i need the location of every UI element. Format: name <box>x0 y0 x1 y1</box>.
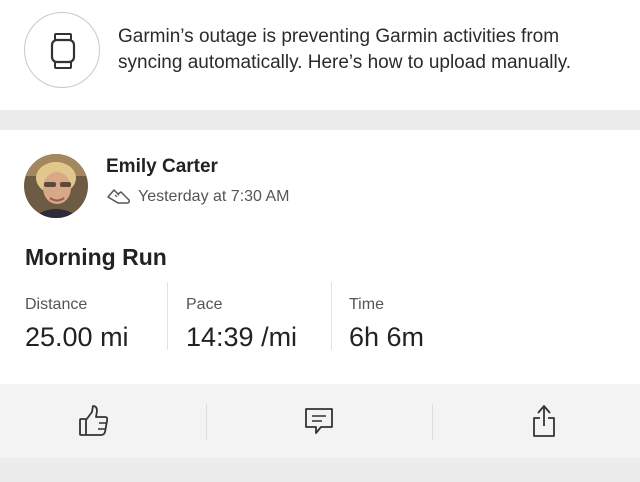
activity-title[interactable]: Morning Run <box>25 244 167 271</box>
activity-meta: Yesterday at 7:30 AM <box>106 188 290 206</box>
stat-value: 25.00 mi <box>25 322 129 352</box>
shoe-icon <box>107 189 130 204</box>
avatar-photo <box>24 154 88 218</box>
stat-value: 6h 6m <box>349 322 425 352</box>
share-icon <box>533 405 555 437</box>
activity-card[interactable]: Emily Carter Yesterday at 7:30 AM Mornin… <box>0 130 640 384</box>
activity-actions <box>0 384 640 458</box>
comment-button[interactable] <box>259 384 379 458</box>
action-divider <box>206 404 207 440</box>
stat-divider <box>331 282 332 350</box>
stat-value: 14:39 /mi <box>186 322 298 352</box>
stat-divider <box>167 282 168 350</box>
stat-label: Time <box>349 296 384 313</box>
watch-icon <box>50 33 76 69</box>
kudos-button[interactable] <box>34 384 154 458</box>
stat-label: Pace <box>186 296 223 313</box>
share-button[interactable] <box>484 384 604 458</box>
notice-text[interactable]: Garmin’s outage is preventing Garmin act… <box>118 24 618 76</box>
activity-timestamp: Yesterday at 7:30 AM <box>138 188 290 205</box>
avatar[interactable] <box>24 154 88 218</box>
stat-pace: Pace 14:39 /mi <box>186 296 297 353</box>
stat-distance: Distance 25.00 mi <box>25 296 129 353</box>
feed-separator <box>0 458 640 482</box>
outage-notice[interactable]: Garmin’s outage is preventing Garmin act… <box>0 0 640 110</box>
comment-icon <box>305 408 333 434</box>
action-divider <box>432 404 433 440</box>
stat-time: Time 6h 6m <box>349 296 424 353</box>
notice-icon-circle <box>24 12 100 88</box>
athlete-name[interactable]: Emily Carter <box>106 156 218 178</box>
thumbs-up-icon <box>79 405 109 436</box>
feed-separator <box>0 110 640 130</box>
stat-label: Distance <box>25 296 88 313</box>
